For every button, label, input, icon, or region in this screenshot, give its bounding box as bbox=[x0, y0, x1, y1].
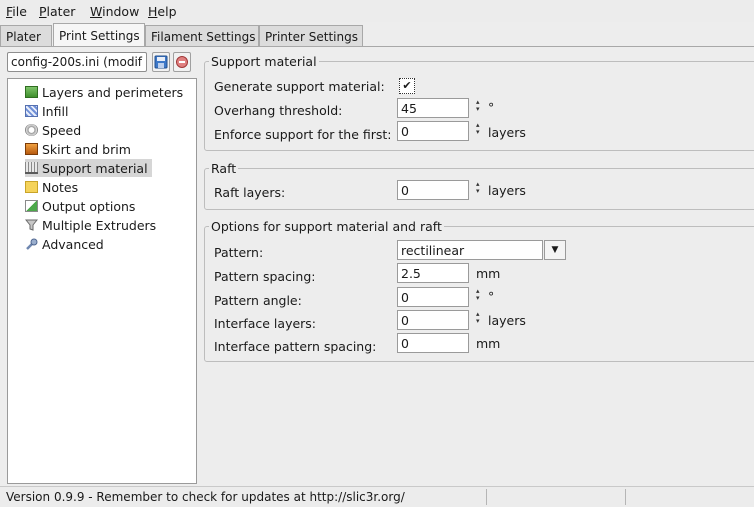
settings-page-tree: Layers and perimeters Infill Speed Skirt… bbox=[7, 78, 197, 484]
enforce-support-spinner[interactable]: ▴ ▾ bbox=[476, 122, 484, 142]
wrench-icon bbox=[26, 238, 38, 250]
save-preset-button[interactable] bbox=[152, 52, 170, 72]
tree-item-support-material[interactable]: Support material bbox=[25, 159, 152, 177]
overhang-threshold-label: Overhang threshold: bbox=[214, 103, 343, 118]
interface-pattern-spacing-input[interactable]: 0 bbox=[397, 333, 469, 353]
interface-layers-unit: layers bbox=[488, 313, 526, 328]
tree-item-notes[interactable]: Notes bbox=[25, 178, 82, 196]
status-separator bbox=[486, 489, 487, 505]
tree-item-speed[interactable]: Speed bbox=[25, 121, 85, 139]
tree-item-advanced[interactable]: Advanced bbox=[25, 235, 108, 253]
save-disk-icon bbox=[154, 55, 168, 69]
notebook-tabs: Plater Print Settings Filament Settings … bbox=[0, 23, 754, 47]
tab-printer-settings[interactable]: Printer Settings bbox=[259, 25, 363, 46]
overhang-threshold-spinner[interactable]: ▴ ▾ bbox=[476, 99, 484, 119]
tree-item-label: Infill bbox=[42, 103, 69, 119]
enforce-support-input[interactable]: 0 bbox=[397, 121, 469, 141]
delete-preset-button[interactable] bbox=[173, 52, 191, 72]
speed-icon bbox=[25, 124, 38, 136]
interface-layers-label: Interface layers: bbox=[214, 316, 317, 331]
pattern-angle-input[interactable]: 0 bbox=[397, 287, 469, 307]
overhang-threshold-input[interactable]: 45 bbox=[397, 98, 469, 118]
raft-title: Raft bbox=[209, 161, 239, 176]
menu-bar: File Plater Window Help bbox=[0, 0, 754, 22]
notes-icon bbox=[25, 181, 38, 193]
interface-pattern-spacing-unit: mm bbox=[476, 336, 501, 351]
tree-item-label: Skirt and brim bbox=[42, 141, 131, 157]
tree-item-label: Advanced bbox=[42, 236, 104, 252]
tree-item-label: Multiple Extruders bbox=[42, 217, 157, 233]
raft-layers-label: Raft layers: bbox=[214, 185, 286, 200]
pattern-select[interactable]: rectilinear bbox=[397, 240, 543, 260]
pattern-spacing-unit: mm bbox=[476, 266, 501, 281]
tab-print-settings[interactable]: Print Settings bbox=[53, 23, 145, 47]
tree-item-label: Support material bbox=[42, 160, 148, 176]
support-options-title: Options for support material and raft bbox=[209, 219, 444, 234]
tree-item-layers-and-perimeters[interactable]: Layers and perimeters bbox=[25, 83, 187, 101]
overhang-threshold-unit: ° bbox=[488, 100, 495, 115]
tree-item-output-options[interactable]: Output options bbox=[25, 197, 139, 215]
tree-item-label: Layers and perimeters bbox=[42, 84, 184, 100]
tree-item-label: Notes bbox=[42, 179, 79, 195]
pattern-angle-unit: ° bbox=[488, 289, 495, 304]
funnel-icon bbox=[25, 219, 38, 231]
pattern-spacing-input[interactable]: 2.5 bbox=[397, 263, 469, 283]
status-separator bbox=[625, 489, 626, 505]
skirt-icon bbox=[25, 143, 38, 155]
enforce-support-label: Enforce support for the first: bbox=[214, 127, 392, 142]
interface-layers-input[interactable]: 0 bbox=[397, 310, 469, 330]
tab-filament-settings[interactable]: Filament Settings bbox=[145, 25, 259, 46]
generate-support-checkbox[interactable]: ✔ bbox=[399, 78, 415, 94]
layers-icon bbox=[25, 86, 38, 98]
raft-layers-spinner[interactable]: ▴ ▾ bbox=[476, 181, 484, 201]
support-material-title: Support material bbox=[209, 54, 319, 69]
menu-help[interactable]: Help bbox=[148, 4, 177, 19]
tab-divider bbox=[0, 46, 754, 47]
pattern-angle-label: Pattern angle: bbox=[214, 293, 302, 308]
delete-icon bbox=[176, 56, 188, 68]
pattern-spacing-label: Pattern spacing: bbox=[214, 269, 316, 284]
tree-item-skirt-and-brim[interactable]: Skirt and brim bbox=[25, 140, 135, 158]
pattern-label: Pattern: bbox=[214, 245, 264, 260]
tree-item-label: Speed bbox=[42, 122, 82, 138]
raft-layers-input[interactable]: 0 bbox=[397, 180, 469, 200]
pattern-angle-spinner[interactable]: ▴ ▾ bbox=[476, 288, 484, 308]
generate-support-label: Generate support material: bbox=[214, 79, 385, 94]
menu-window[interactable]: Window bbox=[90, 4, 139, 19]
tree-item-label: Output options bbox=[42, 198, 136, 214]
support-icon bbox=[25, 162, 38, 174]
menu-plater[interactable]: Plater bbox=[39, 4, 75, 19]
raft-layers-unit: layers bbox=[488, 183, 526, 198]
status-text: Version 0.9.9 - Remember to check for up… bbox=[6, 490, 405, 504]
pattern-dropdown-button[interactable]: ▼ bbox=[544, 240, 566, 260]
tree-item-multiple-extruders[interactable]: Multiple Extruders bbox=[25, 216, 160, 234]
output-icon bbox=[25, 200, 38, 212]
chevron-down-icon: ▼ bbox=[551, 245, 559, 255]
tree-item-infill[interactable]: Infill bbox=[25, 102, 72, 120]
infill-icon bbox=[25, 105, 38, 117]
preset-select[interactable]: config-200s.ini (modif bbox=[7, 52, 147, 72]
settings-sidebar: config-200s.ini (modif Layers and perime… bbox=[7, 52, 197, 484]
interface-pattern-spacing-label: Interface pattern spacing: bbox=[214, 339, 377, 354]
interface-layers-spinner[interactable]: ▴ ▾ bbox=[476, 311, 484, 331]
menu-file[interactable]: File bbox=[6, 4, 27, 19]
tab-plater[interactable]: Plater bbox=[0, 25, 52, 46]
enforce-support-unit: layers bbox=[488, 125, 526, 140]
status-bar: Version 0.9.9 - Remember to check for up… bbox=[0, 486, 754, 507]
